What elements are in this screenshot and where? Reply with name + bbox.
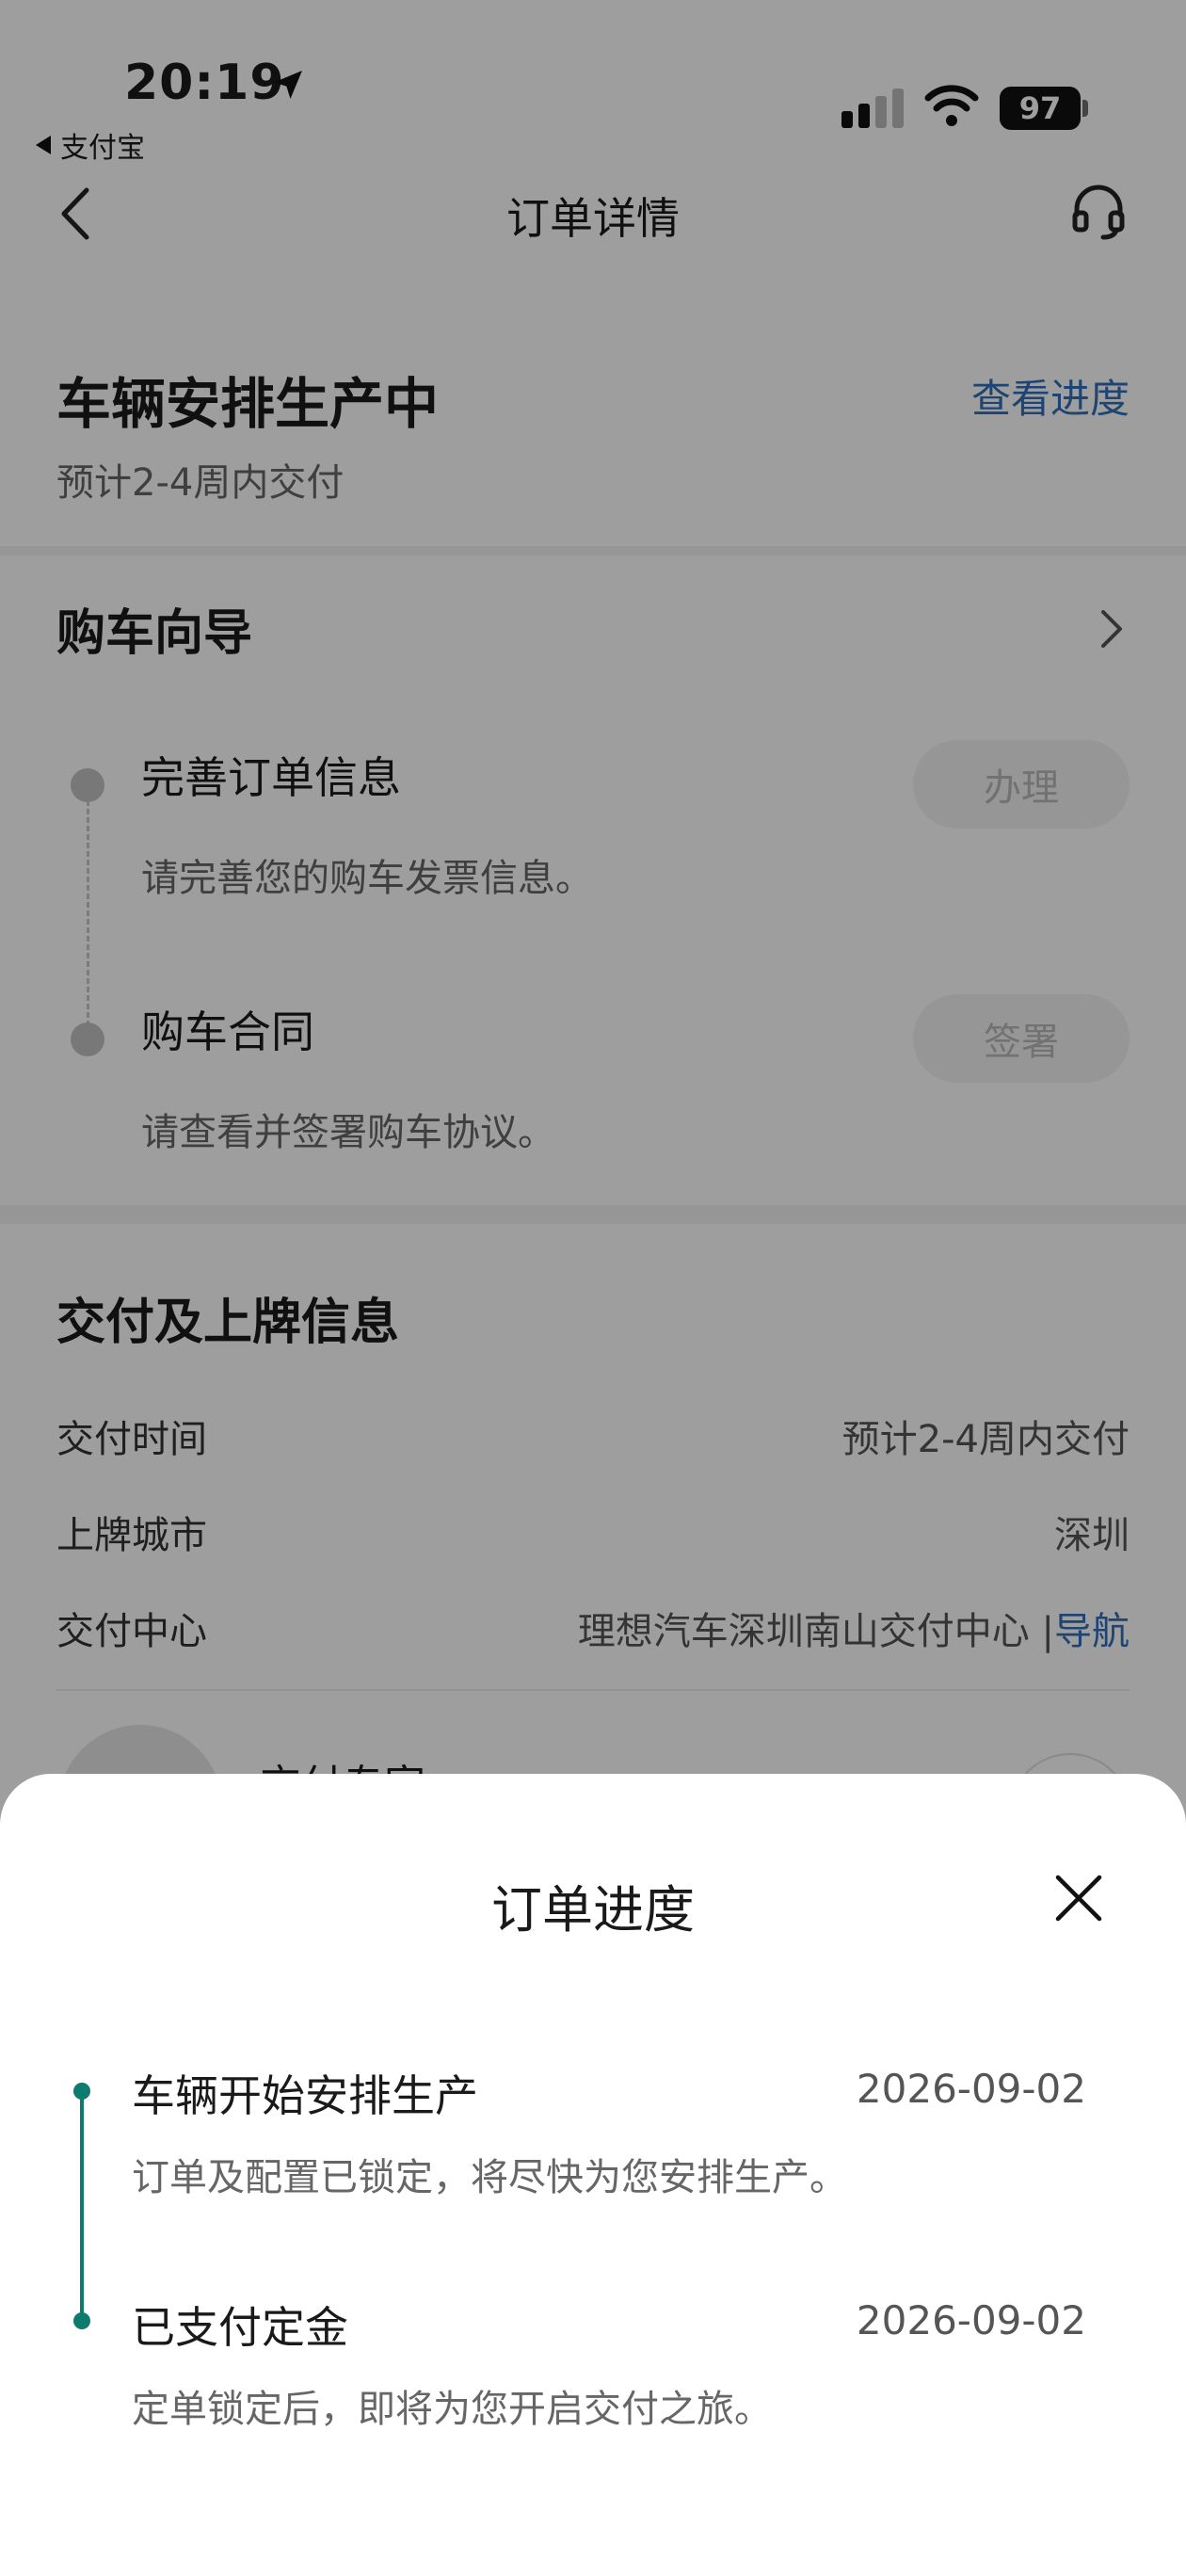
timeline-desc-production: 订单及配置已锁定，将尽快为您安排生产。 <box>132 2156 847 2199</box>
timeline-date-production: 2026-09-02 <box>856 2066 1086 2112</box>
order-detail-page: 20:19 支付宝 97 订单详情 车辆安排生产中 查看进度 预计2-4周内交付… <box>0 0 1186 2576</box>
timeline-date-deposit: 2026-09-02 <box>856 2297 1086 2343</box>
timeline-title-production: 车辆开始安排生产 <box>132 2070 478 2121</box>
timeline-line <box>80 2088 84 2320</box>
sheet-title: 订单进度 <box>491 1880 695 1940</box>
timeline-dot <box>73 2312 90 2329</box>
timeline-title-deposit: 已支付定金 <box>132 2302 348 2353</box>
timeline-dot <box>73 2083 90 2100</box>
close-icon[interactable] <box>1052 1872 1105 1924</box>
order-progress-sheet: 订单进度 车辆开始安排生产 2026-09-02 订单及配置已锁定，将尽快为您安… <box>0 1774 1186 2576</box>
timeline-desc-deposit: 定单锁定后，即将为您开启交付之旅。 <box>132 2388 772 2431</box>
